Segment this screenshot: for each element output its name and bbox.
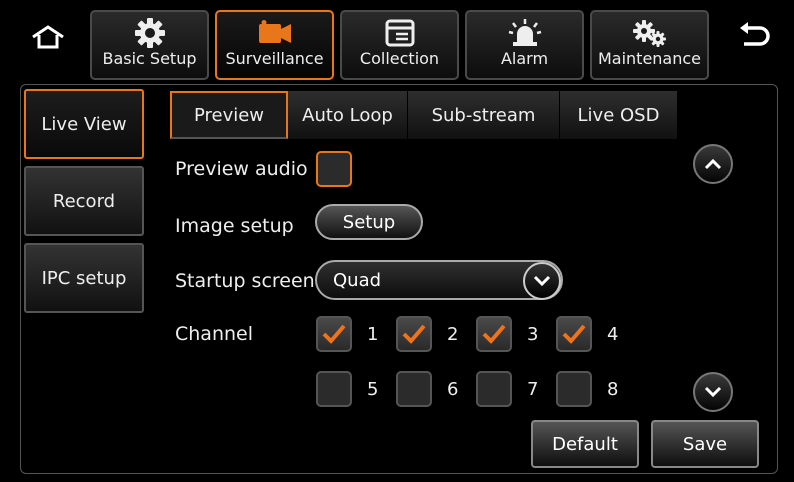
channel-number: 6 — [447, 379, 459, 400]
checkmark-icon — [402, 324, 426, 344]
tab-surveillance[interactable]: Surveillance — [215, 10, 334, 80]
top-bar: Basic Setup Surveillance Collection Alar… — [0, 0, 794, 84]
tab-label: Preview — [193, 104, 265, 126]
setup-button-label: Setup — [342, 211, 396, 233]
checkmark-icon — [482, 324, 506, 344]
default-button[interactable]: Default — [531, 420, 639, 468]
tab-preview[interactable]: Preview — [170, 91, 288, 139]
tab-sub-stream[interactable]: Sub-stream — [408, 91, 560, 139]
channel-number: 8 — [607, 379, 619, 400]
scroll-down-button[interactable] — [693, 372, 733, 412]
alarm-light-icon — [508, 18, 542, 48]
tab-collection[interactable]: Collection — [340, 10, 459, 80]
home-icon — [32, 25, 64, 49]
channel-5-checkbox[interactable] — [316, 371, 352, 407]
back-arrow-icon — [740, 22, 770, 46]
tab-label: Sub-stream — [431, 104, 536, 126]
channel-number: 3 — [527, 324, 539, 345]
camera-icon — [257, 18, 293, 48]
tab-auto-loop[interactable]: Auto Loop — [288, 91, 408, 139]
channel-number: 4 — [607, 324, 619, 345]
gear-icon — [134, 18, 166, 48]
checkmark-icon — [322, 324, 346, 344]
chevron-down-icon[interactable] — [523, 262, 561, 300]
channel-4-checkbox[interactable] — [556, 316, 592, 352]
sidebar-item-label: Live View — [41, 113, 127, 135]
tab-basic-setup[interactable]: Basic Setup — [90, 10, 209, 80]
tab-alarm[interactable]: Alarm — [465, 10, 584, 80]
sidebar-item-live-view[interactable]: Live View — [24, 89, 144, 159]
tab-label: Live OSD — [577, 104, 660, 126]
channel-label: Channel — [175, 323, 254, 345]
startup-screen-select[interactable]: Quad — [315, 260, 563, 300]
sub-tab-bar: Preview Auto Loop Sub-stream Live OSD — [170, 91, 678, 139]
home-button[interactable] — [28, 20, 68, 54]
sidebar-item-ipc-setup[interactable]: IPC setup — [24, 243, 144, 313]
tab-label: Maintenance — [597, 49, 702, 68]
back-button[interactable] — [734, 20, 774, 54]
chevron-down-icon — [704, 386, 722, 398]
channel-number: 5 — [367, 379, 379, 400]
image-setup-label: Image setup — [175, 215, 294, 237]
tab-label: Alarm — [500, 49, 549, 68]
default-button-label: Default — [552, 433, 618, 455]
channel-number: 1 — [367, 324, 379, 345]
checkmark-icon — [562, 324, 586, 344]
channel-2-checkbox[interactable] — [396, 316, 432, 352]
tab-label: Auto Loop — [302, 104, 393, 126]
channel-number: 7 — [527, 379, 539, 400]
scroll-up-button[interactable] — [693, 144, 733, 184]
channel-1-checkbox[interactable] — [316, 316, 352, 352]
window-icon — [385, 18, 415, 48]
tab-label: Basic Setup — [102, 49, 197, 68]
tab-maintenance[interactable]: Maintenance — [590, 10, 709, 80]
channel-8-checkbox[interactable] — [556, 371, 592, 407]
tab-label: Collection — [359, 49, 440, 68]
save-button[interactable]: Save — [651, 420, 759, 468]
tab-live-osd[interactable]: Live OSD — [560, 91, 678, 139]
channel-7-checkbox[interactable] — [476, 371, 512, 407]
channel-3-checkbox[interactable] — [476, 316, 512, 352]
sidebar-item-label: IPC setup — [41, 267, 127, 289]
tab-label: Surveillance — [225, 49, 324, 68]
setup-button[interactable]: Setup — [315, 204, 423, 240]
sidebar-item-record[interactable]: Record — [24, 166, 144, 236]
channel-number: 2 — [447, 324, 459, 345]
chevron-up-icon — [704, 158, 722, 170]
preview-audio-checkbox[interactable] — [316, 151, 352, 187]
preview-audio-label: Preview audio — [175, 158, 308, 180]
sidebar-item-label: Record — [52, 190, 116, 212]
save-button-label: Save — [682, 433, 728, 455]
channel-6-checkbox[interactable] — [396, 371, 432, 407]
gears-icon — [631, 18, 669, 48]
startup-screen-value: Quad — [333, 270, 382, 291]
startup-screen-label: Startup screen — [175, 270, 315, 292]
